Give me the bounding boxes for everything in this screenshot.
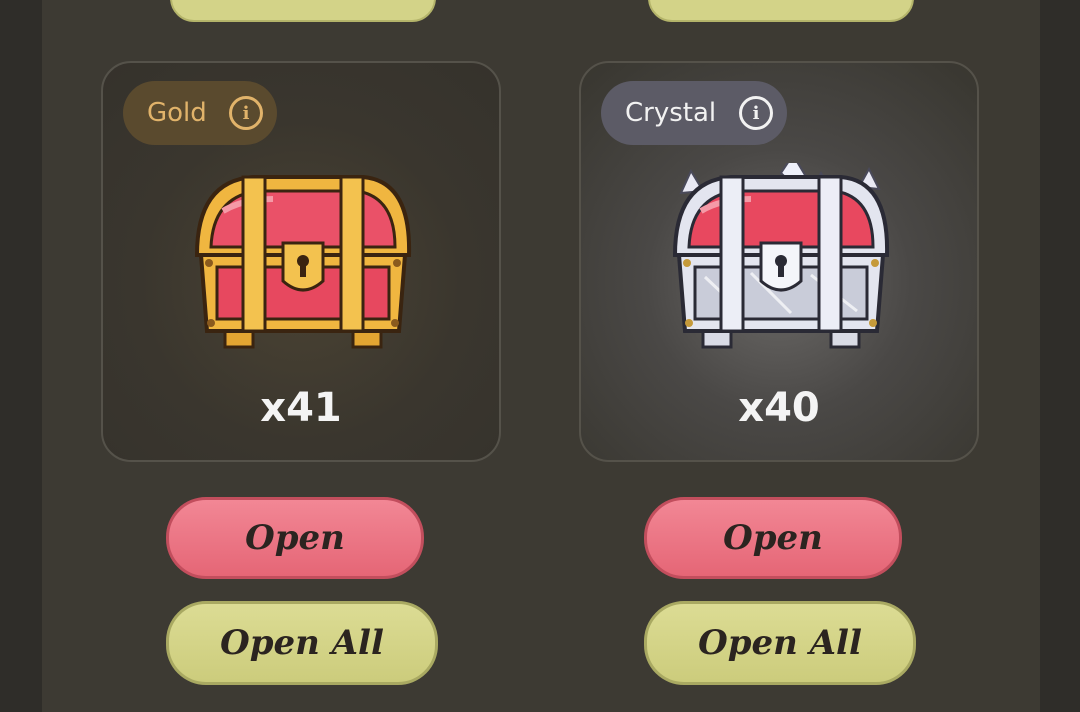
- gold-chest-icon: [194, 175, 412, 349]
- previous-row-open-all-button[interactable]: [170, 0, 436, 22]
- chest-type-tag: Gold i: [123, 81, 277, 145]
- chest-type-label: Gold: [147, 98, 207, 128]
- chest-type-label: Crystal: [625, 98, 717, 128]
- chest-count: x40: [738, 385, 820, 431]
- crystal-open-button[interactable]: Open: [644, 497, 902, 579]
- gold-open-button[interactable]: Open: [166, 497, 424, 579]
- crystal-chest-card: Crystal i x40: [579, 61, 979, 462]
- gold-open-all-button[interactable]: Open All: [166, 601, 438, 685]
- previous-row-open-all-button[interactable]: [648, 0, 914, 22]
- info-icon[interactable]: i: [229, 96, 263, 130]
- crystal-chest-icon: [672, 163, 890, 349]
- crystal-open-all-button[interactable]: Open All: [644, 601, 916, 685]
- chest-type-tag: Crystal i: [601, 81, 787, 145]
- gold-chest-card: Gold i x41: [101, 61, 501, 462]
- chest-count: x41: [260, 385, 342, 431]
- info-icon[interactable]: i: [739, 96, 773, 130]
